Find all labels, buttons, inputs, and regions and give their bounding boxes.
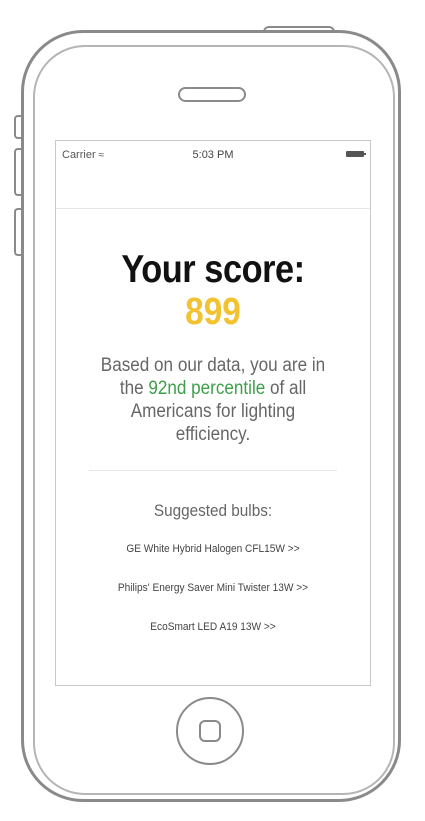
score-value: 899: [185, 291, 241, 333]
bulb-link-ge-halogen[interactable]: GE White Hybrid Halogen CFL15W >>: [69, 543, 358, 555]
score-title: Your score:: [121, 248, 305, 291]
speaker-grille: [178, 87, 246, 102]
status-bar: Carrier ≈ 5:03 PM: [56, 141, 370, 167]
percentile-text: Based on our data, you are in the 92nd p…: [101, 354, 326, 446]
home-square-icon: [199, 720, 221, 742]
bulb-list: GE White Hybrid Halogen CFL15W >> Philip…: [56, 543, 370, 633]
bulb-link-ecosmart-led[interactable]: EcoSmart LED A19 13W >>: [69, 621, 358, 633]
app-screen: Carrier ≈ 5:03 PM Your score: 899 Based o…: [55, 140, 371, 686]
percentile-highlight: 92nd percentile: [148, 378, 266, 399]
navigation-bar: [56, 167, 370, 209]
battery-icon: [346, 151, 366, 157]
bulb-link-philips-twister[interactable]: Philips' Energy Saver Mini Twister 13W >…: [69, 582, 358, 594]
home-button[interactable]: [176, 697, 244, 765]
divider: [89, 470, 337, 471]
score-content: Your score: 899 Based on our data, you a…: [56, 208, 370, 660]
status-time: 5:03 PM: [192, 149, 234, 161]
suggested-bulbs-title: Suggested bulbs:: [153, 501, 273, 520]
